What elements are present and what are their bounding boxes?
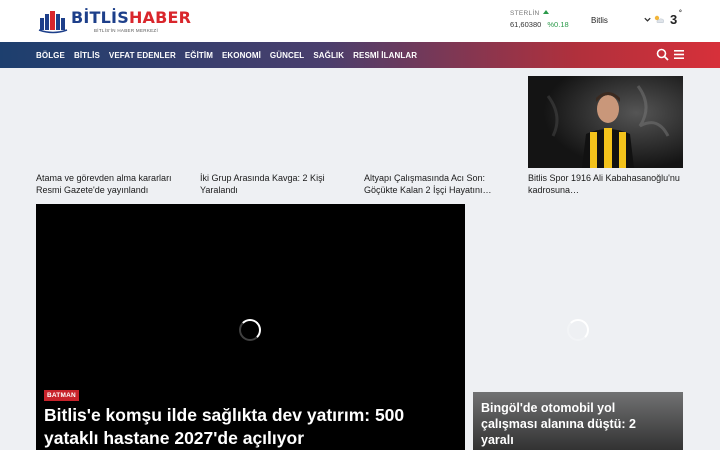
degree-symbol: ° — [679, 10, 682, 17]
news-card[interactable]: Bitlis Spor 1916 Ali Kabahasanoğlu'nu ka… — [528, 76, 683, 196]
nav-item-egitim[interactable]: EĞİTİM — [185, 51, 213, 60]
loading-spinner-icon — [567, 319, 589, 341]
castle-logo-icon — [38, 11, 68, 34]
nav-items: BÖLGE BİTLİS VEFAT EDENLER EĞİTİM EKONOM… — [36, 42, 426, 68]
news-title[interactable]: Altyapı Çalışmasında Acı Son: Göçükte Ka… — [364, 172, 519, 196]
player-photo — [528, 76, 683, 168]
nav-item-saglik[interactable]: SAĞLIK — [313, 51, 344, 60]
featured-title[interactable]: Bitlis'e komşu ilde sağlıkta dev yatırım… — [44, 404, 454, 450]
nav-item-bolge[interactable]: BÖLGE — [36, 51, 65, 60]
news-title[interactable]: Bitlis Spor 1916 Ali Kabahasanoğlu'nu ka… — [528, 172, 683, 196]
temperature: 3 — [670, 12, 678, 27]
main-nav: BÖLGE BİTLİS VEFAT EDENLER EĞİTİM EKONOM… — [0, 42, 720, 68]
news-card[interactable]: Atama ve görevden alma kararları Resmi G… — [36, 76, 191, 196]
nav-item-resmi-ilanlar[interactable]: RESMİ İLANLAR — [353, 51, 417, 60]
nav-item-guncel[interactable]: GÜNCEL — [270, 51, 304, 60]
news-title[interactable]: İki Grup Arasında Kavga: 2 Kişi Yaraland… — [200, 172, 355, 196]
football-player-image — [528, 76, 683, 168]
logo-wordmark: BİTLİSHABER — [71, 8, 192, 27]
site-logo[interactable]: BİTLİSHABER BİTLİS'İN HABER MERKEZİ — [38, 6, 191, 36]
trend-up-icon — [542, 10, 549, 14]
nav-item-bitlis[interactable]: BİTLİS — [74, 51, 100, 60]
currency-ticker[interactable]: STERLİN 61,60380 %0.18 — [510, 10, 580, 34]
currency-change: %0.18 — [547, 20, 569, 29]
hamburger-menu-icon[interactable] — [673, 49, 685, 60]
partly-cloudy-icon — [654, 15, 665, 24]
featured-news[interactable]: BATMAN Bitlis'e komşu ilde sağlıkta dev … — [36, 204, 465, 450]
currency-value: 61,60380 — [510, 20, 542, 29]
news-thumbnail — [200, 76, 355, 168]
nav-item-vefat-edenler[interactable]: VEFAT EDENLER — [109, 51, 176, 60]
city-selector[interactable]: Bitlis — [591, 16, 608, 25]
news-card[interactable]: Altyapı Çalışmasında Acı Son: Göçükte Ka… — [364, 76, 519, 196]
nav-item-ekonomi[interactable]: EKONOMİ — [222, 51, 261, 60]
category-badge[interactable]: BATMAN — [44, 390, 79, 401]
news-thumbnail — [36, 76, 191, 168]
site-header: BİTLİSHABER BİTLİS'İN HABER MERKEZİ STER… — [0, 0, 720, 42]
news-card[interactable]: İki Grup Arasında Kavga: 2 Kişi Yaraland… — [200, 76, 355, 196]
currency-label: STERLİN — [510, 10, 540, 17]
side-featured-news[interactable]: Bingöl'de otomobil yol çalışması alanına… — [473, 204, 683, 450]
side-featured-title[interactable]: Bingöl'de otomobil yol çalışması alanına… — [481, 400, 671, 448]
news-thumbnail — [364, 76, 519, 168]
search-icon[interactable] — [656, 48, 669, 61]
chevron-down-icon[interactable] — [643, 15, 652, 24]
logo-subtitle: BİTLİS'İN HABER MERKEZİ — [94, 28, 159, 33]
news-title[interactable]: Atama ve görevden alma kararları Resmi G… — [36, 172, 191, 196]
loading-spinner-icon — [239, 319, 261, 341]
